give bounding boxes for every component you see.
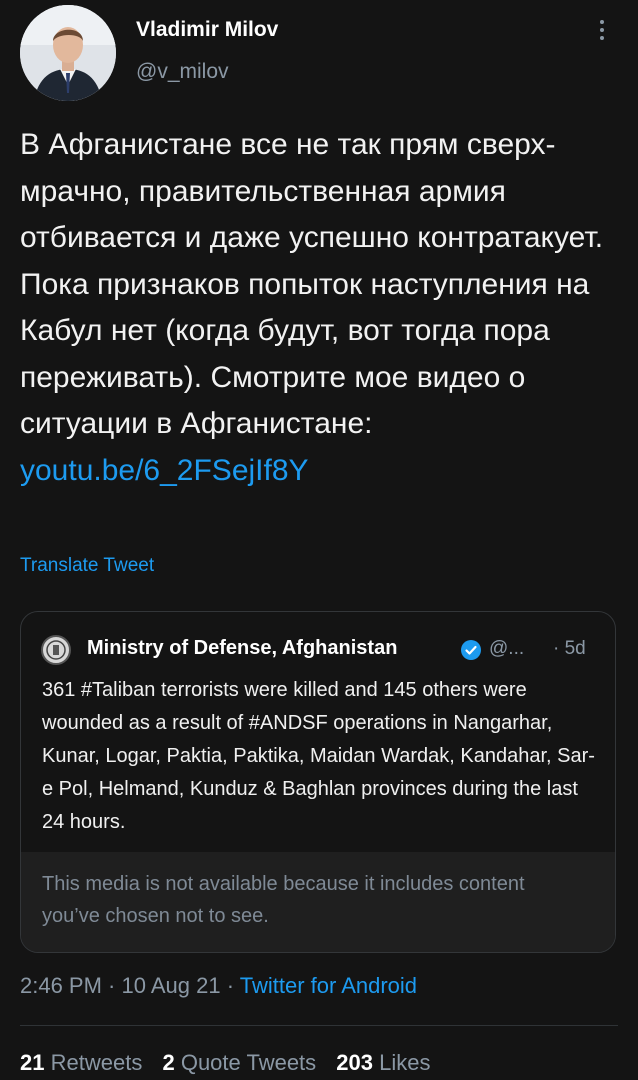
divider (20, 1025, 618, 1026)
retweets-label: Retweets (50, 1050, 143, 1075)
tweet-link[interactable]: youtu.be/6_2FSejIf8Y (20, 454, 309, 487)
quoted-tweet[interactable]: Ministry of Defense, Afghanistan @... · … (20, 611, 616, 953)
translate-tweet-link[interactable]: Translate Tweet (20, 555, 154, 577)
likes-count: 203 (336, 1050, 374, 1075)
tweet-meta: 2:46 PM · 10 Aug 21 · Twitter for Androi… (20, 973, 417, 999)
likes-label: Likes (379, 1050, 431, 1075)
author-avatar[interactable] (20, 5, 116, 101)
quoted-author-name[interactable]: Ministry of Defense, Afghanistan (87, 637, 397, 660)
quoted-text: 361 #Taliban terrorists were killed and … (42, 679, 595, 833)
verified-badge-icon (460, 639, 482, 661)
tweet-text: В Афганистане все не так прям сверх-мрач… (20, 128, 604, 440)
retweets-stat[interactable]: 21 Retweets (20, 1050, 142, 1075)
quote-tweets-count: 2 (162, 1050, 175, 1075)
quote-tweets-stat[interactable]: 2 Quote Tweets (162, 1050, 316, 1075)
retweets-count: 21 (20, 1050, 45, 1075)
tweet-source[interactable]: Twitter for Android (240, 973, 417, 998)
tweet-body: В Афганистане все не так прям сверх-мрач… (20, 122, 620, 494)
quoted-timestamp[interactable]: · 5d (553, 638, 586, 660)
quote-tweets-label: Quote Tweets (180, 1050, 317, 1075)
tweet-header: Vladimir Milov @v_milov (0, 0, 638, 110)
media-unavailable-notice: This media is not available because it i… (42, 873, 525, 927)
author-handle[interactable]: @v_milov (136, 60, 229, 84)
author-name[interactable]: Vladimir Milov (136, 18, 278, 42)
quoted-author-avatar[interactable] (41, 635, 71, 665)
tweet-stats: 21 Retweets 2 Quote Tweets 203 Likes (20, 1050, 445, 1076)
quoted-media-placeholder: This media is not available because it i… (21, 852, 615, 952)
quoted-author-handle[interactable]: @... (489, 638, 524, 660)
likes-stat[interactable]: 203 Likes (336, 1050, 430, 1075)
more-options-icon[interactable] (588, 16, 616, 48)
tweet-timestamp[interactable]: 2:46 PM · 10 Aug 21 · (20, 973, 240, 998)
